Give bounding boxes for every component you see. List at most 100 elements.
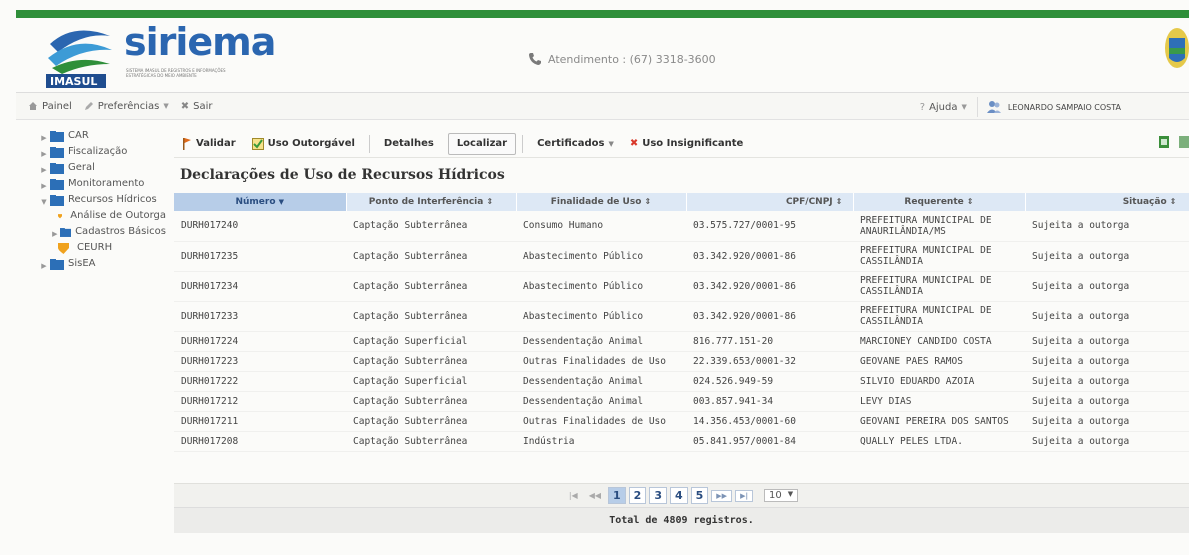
cell-numero: DURH017234: [174, 271, 346, 302]
table-header-row: Número ▼ Ponto de Interferência ⇕ Finali…: [174, 193, 1189, 211]
cell-situacao: Sujeita a outorga: [1025, 391, 1189, 412]
expand-arrow-icon[interactable]: ▶: [38, 132, 50, 144]
sidebar-item-monitoramento[interactable]: ▶ Monitoramento: [16, 178, 166, 194]
sidebar-item-sisea[interactable]: ▶ SisEA: [16, 258, 166, 274]
sidebar-item-label: Geral: [68, 162, 95, 173]
brand-tagline: Sistema Imasul de Registros e Informaçõe…: [126, 68, 226, 78]
table-row[interactable]: DURH017235 Captação Subterrânea Abastecime…: [174, 241, 1189, 272]
localizar-label: Localizar: [456, 138, 508, 149]
prev-page-icon[interactable]: ◀◀: [585, 491, 605, 500]
cell-situacao: Sujeita a outorga: [1025, 411, 1189, 432]
column-header-numero[interactable]: Número ▼: [174, 193, 347, 211]
sort-icon: ⇕: [486, 197, 494, 206]
sidebar-item-ceurh[interactable]: CEURH: [16, 242, 166, 258]
support-phone: Atendimento : (67) 3318-3600: [528, 52, 716, 66]
table-row[interactable]: DURH017234 Captação Subterrânea Abastecime…: [174, 271, 1189, 302]
table-row[interactable]: DURH017211 Captação Subterrânea Outras Fin…: [174, 411, 1189, 432]
next-page-icon[interactable]: ▶▶: [711, 489, 733, 502]
page-button-2[interactable]: 2: [628, 487, 647, 504]
table-row[interactable]: DURH017223 Captação Subterrânea Outras Fin…: [174, 351, 1189, 372]
sidebar-item-label: CEURH: [77, 242, 113, 253]
table-row[interactable]: DURH017212 Captação Subterrânea Dessendent…: [174, 391, 1189, 412]
page-button-5[interactable]: 5: [690, 487, 709, 504]
cell-finalidade: Consumo Humano: [516, 211, 686, 242]
table-row[interactable]: DURH017240 Captação Subterrânea Consumo Hu…: [174, 211, 1189, 242]
cell-ponto: Captação Subterrânea: [346, 211, 516, 242]
folder-icon: [50, 163, 64, 174]
column-header-situacao[interactable]: Situação ⇕: [1025, 193, 1189, 211]
shield-icon: [58, 214, 63, 219]
menu-preferencias-label: Preferências: [97, 100, 160, 112]
sidebar-item-recursos-hidricos[interactable]: ▼ Recursos Hídricos: [16, 194, 166, 210]
expand-arrow-icon[interactable]: ▶: [38, 180, 50, 192]
page-button-3[interactable]: 3: [649, 487, 667, 504]
column-header-finalidade[interactable]: Finalidade de Uso ⇕: [516, 193, 687, 211]
page-button-1[interactable]: 1: [608, 487, 626, 504]
table-row[interactable]: DURH017224 Captação Superficial Dessendent…: [174, 331, 1189, 352]
detalhes-button[interactable]: Detalhes: [376, 133, 442, 155]
validar-button[interactable]: Validar: [174, 133, 244, 155]
total-records: Total de 4809 registros.: [174, 507, 1189, 533]
cell-ponto: Captação Superficial: [346, 371, 516, 392]
menu-ajuda[interactable]: ? Ajuda ▼: [920, 102, 967, 113]
last-page-icon[interactable]: ▶|: [735, 489, 754, 502]
cell-numero: DURH017223: [174, 351, 346, 372]
close-icon: ✖: [180, 100, 190, 112]
collapse-arrow-icon[interactable]: ▼: [38, 196, 50, 208]
rows-per-page-select[interactable]: 10 ▼: [764, 489, 799, 502]
cell-ponto: Captação Subterrânea: [346, 271, 516, 302]
menu-painel-label: Painel: [42, 100, 72, 112]
column-header-requerente[interactable]: Requerente ⇕: [853, 193, 1026, 211]
phone-icon: [529, 53, 541, 65]
siriema-logo[interactable]: IMASUL siriema Sistema Imasul de Registr…: [44, 20, 276, 88]
table-row[interactable]: DURH017208 Captação Subterrânea Indústria 0…: [174, 431, 1189, 452]
cell-cpf-cnpj: 05.841.957/0001-84: [686, 431, 853, 452]
sort-icon: ⇕: [966, 197, 974, 206]
sidebar-item-cadastros-basicos[interactable]: ▶ Cadastros Básicos: [16, 226, 166, 242]
export-icon[interactable]: [1179, 136, 1189, 148]
localizar-button[interactable]: Localizar: [447, 132, 517, 155]
sidebar-tree: ▶ CAR ▶ Fiscalização ▶ Geral ▶ Monitoram…: [16, 130, 166, 274]
uso-insignificante-label: Uso Insignificante: [642, 138, 744, 149]
cell-situacao: Sujeita a outorga: [1025, 211, 1189, 242]
chevron-down-icon: ▼: [608, 139, 614, 148]
detalhes-label: Detalhes: [383, 138, 434, 149]
cell-requerente: QUALLY PELES LTDA.: [853, 431, 1025, 452]
table-row[interactable]: DURH017233 Captação Subterrânea Abastecime…: [174, 301, 1189, 332]
column-header-ponto[interactable]: Ponto de Interferência ⇕: [346, 193, 517, 211]
expand-arrow-icon[interactable]: ▶: [38, 148, 50, 160]
sidebar-item-analise-outorga[interactable]: Análise de Outorga: [16, 210, 166, 226]
sidebar-item-label: Monitoramento: [68, 178, 145, 189]
user-name: LEONARDO SAMPAIO COSTA: [1007, 102, 1121, 112]
table-row[interactable]: DURH017222 Captação Superficial Dessendent…: [174, 371, 1189, 392]
cell-requerente: GEOVANE PAES RAMOS: [853, 351, 1025, 372]
sidebar-item-geral[interactable]: ▶ Geral: [16, 162, 166, 178]
user-menu[interactable]: LEONARDO SAMPAIO COSTA: [976, 97, 1131, 117]
sidebar-item-fiscalizacao[interactable]: ▶ Fiscalização: [16, 146, 166, 162]
toolbar-separator: [522, 134, 524, 153]
cell-finalidade: Abastecimento Público: [516, 301, 686, 332]
certificados-dropdown[interactable]: Certificados ▼: [529, 133, 622, 155]
sidebar-item-car[interactable]: ▶ CAR: [16, 130, 166, 146]
page-button-4[interactable]: 4: [669, 487, 688, 504]
uso-outorgavel-label: Uso Outorgável: [267, 138, 355, 149]
expand-arrow-icon[interactable]: ▶: [38, 164, 50, 176]
export-excel-icon[interactable]: [1159, 136, 1169, 148]
home-icon: [29, 102, 37, 110]
menu-painel[interactable]: Painel: [28, 101, 72, 112]
cell-requerente: PREFEITURA MUNICIPAL DE ANAURILÂNDIA/MS: [853, 211, 1025, 242]
uso-outorgavel-button[interactable]: Uso Outorgável: [244, 133, 363, 155]
menu-preferencias[interactable]: Preferências ▼: [84, 101, 169, 112]
uso-insignificante-button[interactable]: ✖ Uso Insignificante: [622, 133, 752, 155]
cell-ponto: Captação Subterrânea: [346, 351, 516, 372]
cell-numero: DURH017233: [174, 301, 346, 332]
expand-arrow-icon[interactable]: ▶: [38, 260, 50, 272]
toolbar: Validar Uso Outorgável Detalhes Localiza…: [174, 130, 1189, 158]
menu-sair[interactable]: ✖ Sair: [181, 101, 213, 112]
shield-icon: [58, 243, 69, 254]
expand-arrow-icon[interactable]: ▶: [50, 228, 60, 240]
first-page-icon[interactable]: |◀: [565, 491, 582, 500]
column-header-cpf-cnpj[interactable]: CPF/CNPJ ⇕: [686, 193, 854, 211]
checkbox-checked-icon: [251, 137, 264, 150]
cell-requerente: LEVY DIAS: [853, 391, 1025, 412]
